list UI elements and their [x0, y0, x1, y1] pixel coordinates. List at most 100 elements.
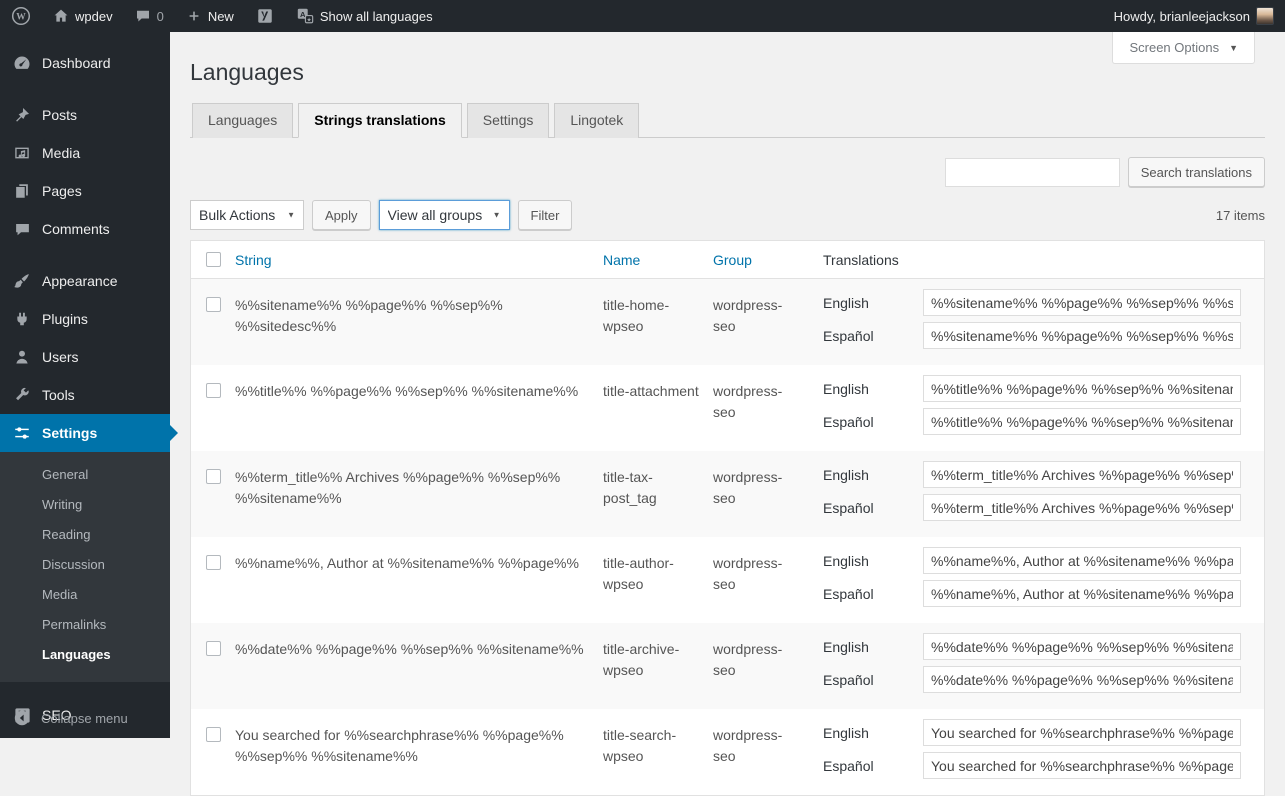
sidebar-item-appearance[interactable]: Appearance — [0, 262, 170, 300]
wp-logo-menu[interactable]: W — [0, 0, 42, 32]
select-all-checkbox[interactable] — [206, 252, 221, 267]
row-checkbox[interactable] — [206, 297, 221, 312]
plus-icon — [186, 8, 202, 24]
sidebar-item-label: Media — [42, 144, 80, 162]
submenu-item-writing[interactable]: Writing — [0, 490, 170, 520]
yoast-menu[interactable] — [245, 0, 285, 32]
site-name-label: wpdev — [75, 9, 113, 24]
tab-lingotek[interactable]: Lingotek — [554, 103, 639, 138]
translation-input[interactable] — [923, 547, 1241, 574]
string-cell: %%title%% %%page%% %%sep%% %%sitename%% — [235, 373, 603, 441]
translation-input[interactable] — [923, 580, 1241, 607]
table-header-row: String Name Group Translations — [191, 241, 1264, 279]
submenu-item-discussion[interactable]: Discussion — [0, 550, 170, 580]
new-menu[interactable]: New — [175, 0, 245, 32]
translation-input[interactable] — [923, 322, 1241, 349]
translation-input[interactable] — [923, 719, 1241, 746]
sidebar-item-label: Comments — [42, 220, 110, 238]
submenu-item-media[interactable]: Media — [0, 580, 170, 610]
show-all-languages-label: Show all languages — [320, 9, 433, 24]
row-checkbox[interactable] — [206, 727, 221, 742]
translation-input[interactable] — [923, 494, 1241, 521]
string-cell: You searched for %%searchphrase%% %%page… — [235, 717, 603, 785]
sidebar-item-posts[interactable]: Posts — [0, 96, 170, 134]
sidebar-item-tools[interactable]: Tools — [0, 376, 170, 414]
column-header-name[interactable]: Name — [603, 252, 640, 268]
comment-count: 0 — [157, 9, 164, 24]
sidebar-item-label: Settings — [42, 424, 97, 442]
tab-settings[interactable]: Settings — [467, 103, 550, 138]
search-input[interactable] — [945, 158, 1120, 187]
submenu-item-languages[interactable]: Languages — [0, 640, 170, 670]
search-translations-button[interactable]: Search translations — [1128, 157, 1265, 187]
table-row: %%name%%, Author at %%sitename%% %%page%… — [191, 537, 1264, 623]
string-cell: %%sitename%% %%page%% %%sep%% %%sitedesc… — [235, 287, 603, 355]
language-label: Español — [823, 328, 923, 344]
sidebar-item-comments[interactable]: Comments — [0, 210, 170, 248]
string-cell: %%name%%, Author at %%sitename%% %%page%… — [235, 545, 603, 613]
row-checkbox[interactable] — [206, 555, 221, 570]
settings-submenu: General Writing Reading Discussion Media… — [0, 452, 170, 682]
filter-button[interactable]: Filter — [518, 200, 573, 230]
comment-bubble-icon — [135, 8, 151, 24]
sidebar-item-settings[interactable]: Settings — [0, 414, 170, 452]
language-label: English — [823, 467, 923, 483]
admin-bar: W wpdev 0 New A★ — [0, 0, 1285, 32]
column-header-group[interactable]: Group — [713, 252, 752, 268]
row-checkbox[interactable] — [206, 641, 221, 656]
submenu-item-permalinks[interactable]: Permalinks — [0, 610, 170, 640]
site-name-menu[interactable]: wpdev — [42, 0, 124, 32]
name-cell: title-search-wpseo — [603, 717, 713, 785]
language-label: English — [823, 725, 923, 741]
translation-input[interactable] — [923, 752, 1241, 779]
apply-button[interactable]: Apply — [312, 200, 371, 230]
tab-strings-translations[interactable]: Strings translations — [298, 103, 461, 138]
translation-input[interactable] — [923, 633, 1241, 660]
howdy-menu[interactable]: Howdy, brianleejackson — [1103, 0, 1285, 32]
string-cell: %%term_title%% Archives %%page%% %%sep%%… — [235, 459, 603, 527]
sidebar-item-plugins[interactable]: Plugins — [0, 300, 170, 338]
sidebar-item-media[interactable]: Media — [0, 134, 170, 172]
comments-icon — [12, 219, 32, 239]
sidebar-item-label: Posts — [42, 106, 77, 124]
user-icon — [12, 347, 32, 367]
chevron-down-icon: ▼ — [1229, 43, 1238, 53]
table-row: You searched for %%searchphrase%% %%page… — [191, 709, 1264, 795]
row-checkbox[interactable] — [206, 469, 221, 484]
bulk-actions-select[interactable]: Bulk Actions — [190, 200, 304, 230]
submenu-item-general[interactable]: General — [0, 460, 170, 490]
screen-options-button[interactable]: Screen Options ▼ — [1112, 32, 1255, 64]
string-cell: %%date%% %%page%% %%sep%% %%sitename%% — [235, 631, 603, 699]
name-cell: title-attachment — [603, 373, 713, 441]
column-header-string[interactable]: String — [235, 252, 272, 268]
language-label: Español — [823, 758, 923, 774]
translation-input[interactable] — [923, 375, 1241, 402]
page-title: Languages — [190, 58, 1265, 87]
sidebar-item-users[interactable]: Users — [0, 338, 170, 376]
main-content: Screen Options ▼ Languages Languages Str… — [170, 32, 1285, 738]
language-label: English — [823, 295, 923, 311]
collapse-menu-button[interactable]: Collapse menu — [0, 698, 170, 738]
sidebar-item-label: Tools — [42, 386, 75, 404]
row-checkbox[interactable] — [206, 383, 221, 398]
wordpress-logo-icon: W — [11, 6, 31, 26]
submenu-item-reading[interactable]: Reading — [0, 520, 170, 550]
pushpin-icon — [12, 105, 32, 125]
groups-filter-select[interactable]: View all groups — [379, 200, 510, 230]
sidebar-separator — [0, 248, 170, 262]
translation-input[interactable] — [923, 408, 1241, 435]
language-label: English — [823, 553, 923, 569]
translation-input[interactable] — [923, 289, 1241, 316]
tab-languages[interactable]: Languages — [192, 103, 293, 138]
table-row: %%date%% %%page%% %%sep%% %%sitename%% t… — [191, 623, 1264, 709]
language-label: Español — [823, 586, 923, 602]
sidebar-item-dashboard[interactable]: Dashboard — [0, 44, 170, 82]
comments-menu[interactable]: 0 — [124, 0, 175, 32]
plug-icon — [12, 309, 32, 329]
sidebar-item-pages[interactable]: Pages — [0, 172, 170, 210]
show-all-languages-menu[interactable]: A★ Show all languages — [285, 0, 444, 32]
translation-input[interactable] — [923, 666, 1241, 693]
translation-input[interactable] — [923, 461, 1241, 488]
admin-bar-left: W wpdev 0 New A★ — [0, 0, 444, 32]
nav-tabs: Languages Strings translations Settings … — [190, 103, 1265, 138]
